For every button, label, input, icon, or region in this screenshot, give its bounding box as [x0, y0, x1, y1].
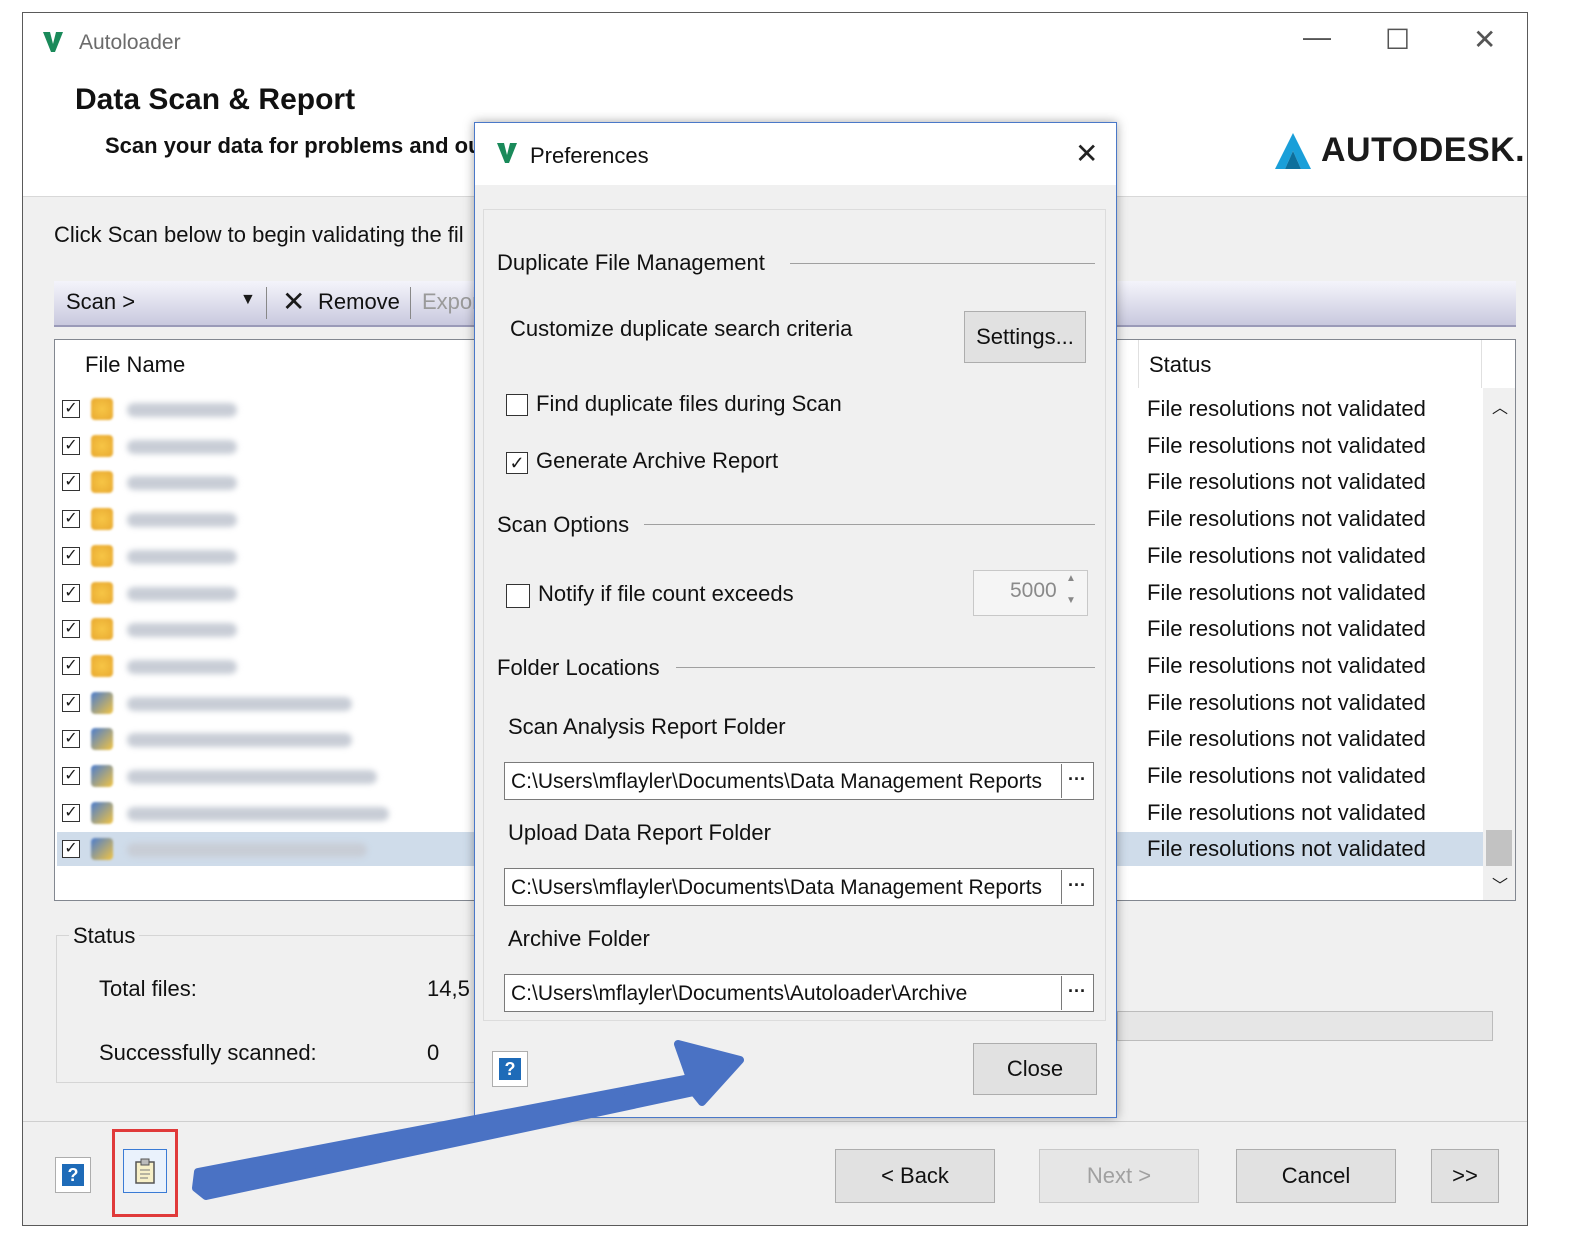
- annotation-arrow: [192, 1040, 744, 1200]
- arrow-shape: [192, 1040, 744, 1200]
